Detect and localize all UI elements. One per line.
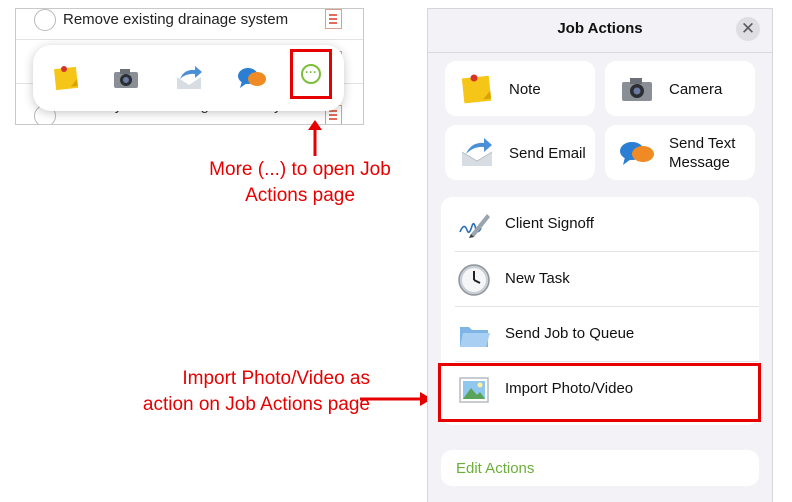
- document-icon: [325, 9, 342, 29]
- arrow-up-icon: [308, 120, 322, 156]
- list-item-send-job-to-queue[interactable]: Send Job to Queue: [441, 307, 759, 362]
- camera-action-tile[interactable]: Camera: [605, 61, 755, 116]
- tile-label: Send Text Message: [669, 134, 735, 172]
- tile-label-line: Send Text: [669, 135, 736, 152]
- checklist-row[interactable]: Remove existing drainage system: [16, 9, 363, 40]
- camera-icon: [622, 78, 652, 101]
- more-button-highlight: ···: [290, 49, 332, 99]
- list-item-new-task[interactable]: New Task: [441, 252, 759, 307]
- annotation-text: Actions page: [245, 185, 355, 206]
- send-email-icon: [461, 138, 493, 166]
- checkbox-circle[interactable]: [34, 9, 56, 31]
- list-item-label: New Task: [505, 270, 570, 287]
- import-photo-video-highlight: [438, 363, 761, 422]
- note-icon[interactable]: [51, 63, 81, 93]
- annotation-text: Import Photo/Video as: [182, 368, 370, 389]
- camera-icon[interactable]: [111, 63, 141, 93]
- list-item-label: Send Job to Queue: [505, 325, 635, 342]
- tile-label: Send Email: [509, 145, 586, 162]
- tile-label: Camera: [669, 81, 723, 98]
- signature-pen-icon: [459, 214, 490, 238]
- note-icon: [461, 74, 492, 104]
- tile-label-line: Message: [669, 154, 730, 171]
- send-text-action-tile[interactable]: Send Text Message: [605, 125, 755, 180]
- send-text-icon[interactable]: [237, 63, 267, 93]
- list-item-client-signoff[interactable]: Client Signoff: [441, 197, 759, 252]
- edit-actions-label: Edit Actions: [456, 460, 535, 477]
- tile-label: Note: [509, 81, 541, 98]
- clock-icon: [458, 264, 490, 296]
- more-options-icon[interactable]: ···: [301, 64, 321, 84]
- annotation-import: Import Photo/Video as action on Job Acti…: [100, 366, 370, 418]
- annotation-text: action on Job Actions page: [142, 394, 370, 415]
- annotation-text: More (...) to open Job: [209, 159, 391, 180]
- annotation-more: More (...) to open Job Actions page: [190, 157, 410, 209]
- send-text-icon: [620, 142, 654, 165]
- close-button[interactable]: ✕: [736, 17, 760, 41]
- edit-actions-button[interactable]: Edit Actions: [441, 450, 759, 486]
- panel-header: Job Actions ✕: [428, 9, 772, 53]
- arrow-right-icon: [360, 392, 432, 406]
- send-email-action-tile[interactable]: Send Email: [445, 125, 595, 180]
- page-title: Job Actions: [557, 20, 643, 37]
- send-email-icon[interactable]: [174, 63, 204, 93]
- checklist-item-text: Remove existing drainage system: [63, 11, 289, 28]
- job-actions-panel: Job Actions ✕ Note Camera Send Email Sen…: [427, 8, 773, 502]
- note-action-tile[interactable]: Note: [445, 61, 595, 116]
- list-item-label: Client Signoff: [505, 215, 594, 232]
- folder-icon: [460, 327, 490, 347]
